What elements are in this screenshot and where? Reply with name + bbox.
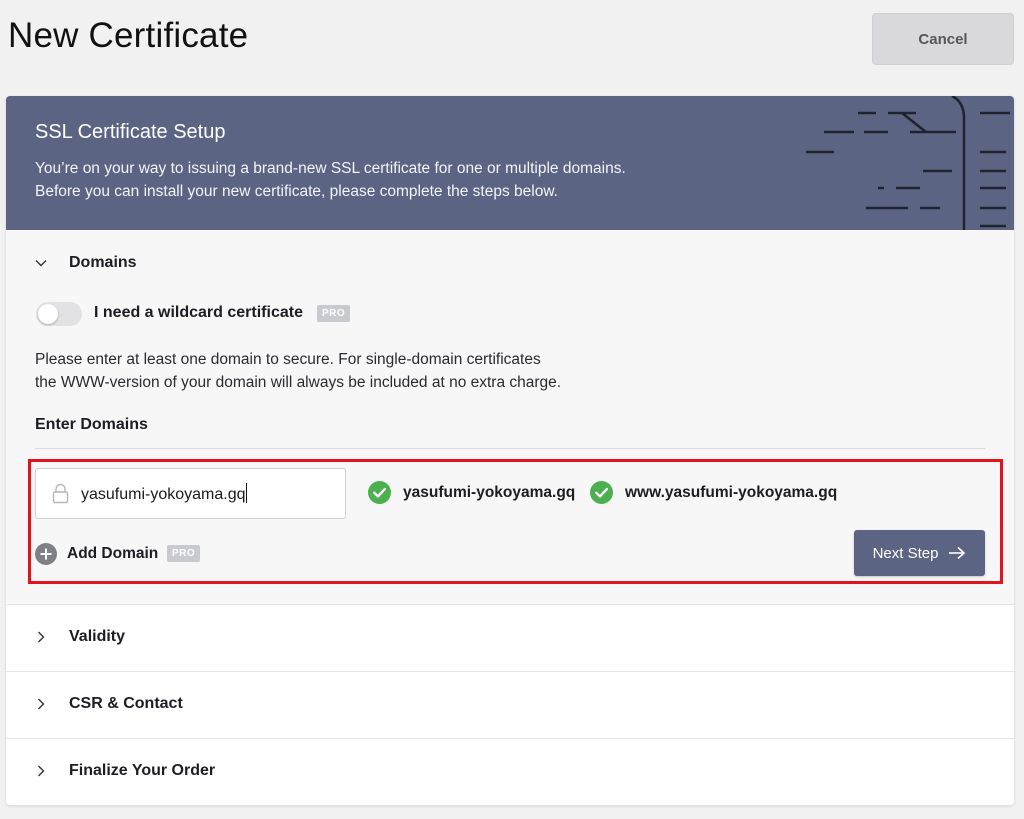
add-domain-label: Add Domain bbox=[67, 545, 159, 562]
setup-banner: SSL Certificate Setup You’re on your way… bbox=[6, 96, 1014, 230]
check-circle-icon bbox=[590, 481, 613, 504]
domain-input-value[interactable]: yasufumi-yokoyama.gq bbox=[81, 483, 247, 504]
chevron-right-icon bbox=[38, 765, 45, 777]
lock-icon bbox=[52, 483, 69, 504]
validated-domain-item: www.yasufumi-yokoyama.gq bbox=[590, 481, 837, 504]
divider bbox=[35, 448, 985, 449]
validated-domain-name: www.yasufumi-yokoyama.gq bbox=[625, 483, 838, 501]
cancel-button[interactable]: Cancel bbox=[872, 13, 1014, 65]
chevron-right-icon bbox=[38, 631, 45, 643]
toggle-knob bbox=[38, 304, 58, 324]
section-header-csr-contact[interactable]: CSR & Contact bbox=[6, 671, 1014, 737]
domain-input[interactable]: yasufumi-yokoyama.gq bbox=[35, 468, 346, 519]
section-header-validity[interactable]: Validity bbox=[6, 604, 1014, 670]
certificate-setup-card: SSL Certificate Setup You’re on your way… bbox=[6, 96, 1014, 805]
wildcard-pro-badge: PRO bbox=[317, 305, 351, 322]
chevron-down-icon bbox=[35, 260, 47, 267]
add-domain-button[interactable]: Add Domain bbox=[35, 543, 158, 565]
section-label-validity: Validity bbox=[69, 628, 126, 645]
check-circle-icon bbox=[368, 481, 391, 504]
help-line-2: the WWW-version of your domain will alwa… bbox=[35, 374, 562, 391]
section-header-domains[interactable]: Domains bbox=[6, 230, 1014, 296]
banner-title: SSL Certificate Setup bbox=[35, 121, 226, 143]
text-caret bbox=[245, 483, 247, 503]
validated-domain-name: yasufumi-yokoyama.gq bbox=[403, 483, 576, 501]
banner-decoration-graphic bbox=[806, 96, 1010, 230]
domain-help-text: Please enter at least one domain to secu… bbox=[35, 348, 635, 394]
next-step-label: Next Step bbox=[872, 544, 939, 562]
wildcard-label: I need a wildcard certificate bbox=[94, 304, 303, 321]
section-header-finalize-order[interactable]: Finalize Your Order bbox=[6, 738, 1014, 804]
section-label-finalize-order: Finalize Your Order bbox=[69, 762, 216, 779]
validated-domain-item: yasufumi-yokoyama.gq bbox=[368, 481, 575, 504]
banner-line-1: You’re on your way to issuing a brand-ne… bbox=[35, 160, 626, 177]
section-label-csr-contact: CSR & Contact bbox=[69, 695, 183, 712]
banner-description: You’re on your way to issuing a brand-ne… bbox=[35, 157, 755, 203]
chevron-right-icon bbox=[38, 698, 45, 710]
arrow-right-icon bbox=[949, 546, 966, 560]
plus-circle-icon bbox=[35, 543, 57, 565]
page-title: New Certificate bbox=[8, 16, 249, 55]
section-label-domains: Domains bbox=[69, 254, 137, 271]
banner-line-2: Before you can install your new certific… bbox=[35, 183, 558, 200]
next-step-button[interactable]: Next Step bbox=[854, 530, 985, 576]
wildcard-toggle[interactable] bbox=[36, 302, 82, 326]
help-line-1: Please enter at least one domain to secu… bbox=[35, 351, 541, 368]
enter-domains-label: Enter Domains bbox=[35, 416, 148, 433]
add-domain-pro-badge: PRO bbox=[167, 545, 201, 562]
